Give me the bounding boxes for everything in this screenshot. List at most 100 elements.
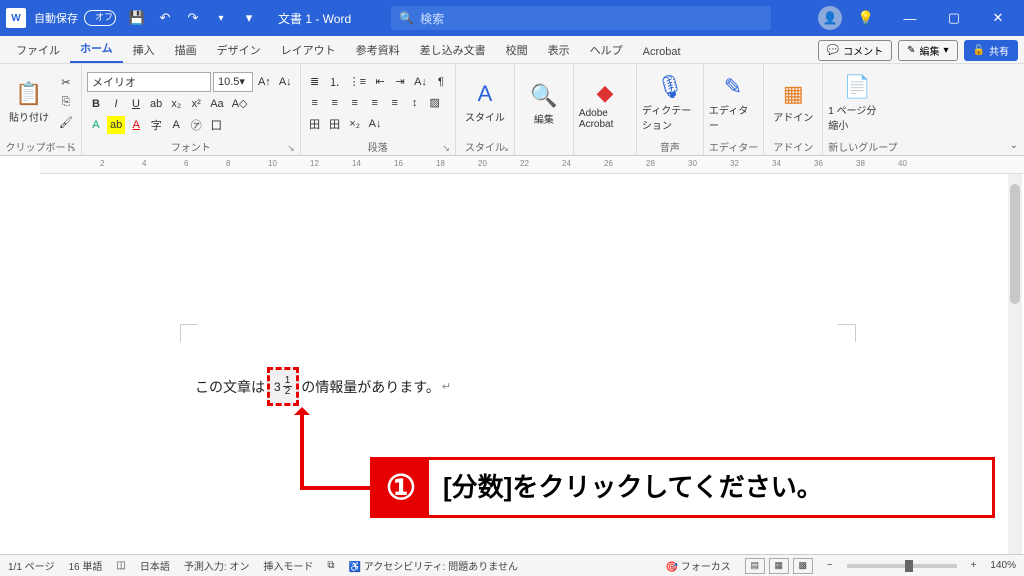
document-area[interactable]: この文章は 3 1 2 の情報量があります。 ↵ ① [分数]をクリックしてくだ…: [0, 174, 1024, 554]
insert-mode-status[interactable]: 挿入モード: [263, 558, 313, 573]
paragraph-ext-button[interactable]: ×₂: [346, 115, 364, 133]
shrink-page-button[interactable]: 📄1 ページ分縮小: [828, 67, 886, 138]
paragraph-launcher-icon[interactable]: ↘: [442, 143, 450, 154]
multilevel-list-button[interactable]: ⋮≡: [346, 73, 369, 91]
zoom-level[interactable]: 140%: [990, 560, 1016, 571]
paragraph-ext2-button[interactable]: A↓: [366, 115, 385, 133]
increase-indent-button[interactable]: ⇥: [391, 73, 409, 91]
subscript-button[interactable]: x₂: [167, 95, 185, 113]
font-size-combo[interactable]: 10.5 ▾: [213, 72, 253, 92]
show-marks-button[interactable]: ¶: [432, 73, 450, 91]
help-lightbulb-icon[interactable]: 💡: [846, 0, 886, 36]
numbering-button[interactable]: ⒈: [326, 73, 344, 91]
acrobat-button[interactable]: ◆Adobe Acrobat: [579, 67, 631, 142]
change-case-button[interactable]: Aa: [207, 95, 226, 113]
format-painter-button[interactable]: 🖌: [56, 114, 76, 132]
print-layout-button[interactable]: ▦: [769, 558, 789, 574]
zoom-in-button[interactable]: +: [971, 560, 977, 571]
document-text[interactable]: この文章は 3 1 2 の情報量があります。 ↵: [195, 367, 451, 406]
font-color-button[interactable]: A: [127, 116, 145, 134]
editing-button[interactable]: 🔍編集: [520, 67, 568, 142]
shrink-font-button[interactable]: A↓: [276, 73, 295, 91]
char-shading-button[interactable]: 字: [147, 116, 165, 134]
horizontal-ruler[interactable]: 246810121416182022242628303234363840: [40, 156, 1024, 174]
tab-acrobat[interactable]: Acrobat: [633, 41, 691, 63]
text-effects-button[interactable]: A: [87, 116, 105, 134]
share-button[interactable]: 🔓 共有: [964, 40, 1018, 61]
font-name-combo[interactable]: メイリオ: [87, 72, 211, 92]
copy-button[interactable]: ⎘: [56, 94, 76, 112]
clear-formatting-button[interactable]: A◇: [229, 95, 251, 113]
cut-button[interactable]: ✂: [56, 74, 76, 92]
minimize-button[interactable]: —: [890, 0, 930, 36]
search-input[interactable]: 🔍 検索: [391, 6, 771, 30]
sort-button[interactable]: A↓: [411, 73, 430, 91]
bold-button[interactable]: B: [87, 95, 105, 113]
justify-button[interactable]: ≡: [366, 94, 384, 112]
borders-button[interactable]: 田: [306, 115, 324, 133]
tab-draw[interactable]: 描画: [165, 37, 207, 63]
tab-home[interactable]: ホーム: [70, 35, 123, 63]
bullets-button[interactable]: ≣: [306, 73, 324, 91]
accessibility-status[interactable]: アクセシビリティ: 問題ありません: [364, 562, 518, 573]
shading-button[interactable]: ▨: [426, 94, 444, 112]
language-status[interactable]: 日本語: [140, 558, 170, 573]
italic-button[interactable]: I: [107, 95, 125, 113]
editor-button[interactable]: ✎エディター: [709, 67, 757, 138]
tab-review[interactable]: 校閲: [496, 37, 538, 63]
styles-launcher-icon[interactable]: ↘: [501, 143, 509, 154]
web-layout-button[interactable]: ▩: [793, 558, 813, 574]
page-count[interactable]: 1/1 ページ: [8, 558, 54, 573]
redo-icon[interactable]: ↷: [180, 5, 206, 31]
dictation-button[interactable]: 🎙ディクテーション: [642, 67, 698, 138]
align-left-button[interactable]: ≡: [306, 94, 324, 112]
clipboard-launcher-icon[interactable]: ↘: [68, 143, 76, 154]
grow-font-button[interactable]: A↑: [255, 73, 274, 91]
autosave-switch-icon[interactable]: [84, 10, 116, 26]
zoom-slider[interactable]: [847, 564, 957, 568]
tab-references[interactable]: 参考資料: [346, 37, 410, 63]
zoom-thumb[interactable]: [905, 560, 913, 572]
avatar[interactable]: 👤: [818, 6, 842, 30]
font-launcher-icon[interactable]: ↘: [287, 143, 295, 154]
align-right-button[interactable]: ≡: [346, 94, 364, 112]
highlight-button[interactable]: ab: [107, 116, 125, 134]
collapse-ribbon-icon[interactable]: ⌄: [1010, 140, 1018, 151]
display-settings-icon[interactable]: ⧉: [327, 560, 334, 571]
enclose-chars-button[interactable]: A: [167, 116, 185, 134]
tab-insert[interactable]: 挿入: [123, 37, 165, 63]
maximize-button[interactable]: ▢: [934, 0, 974, 36]
tab-file[interactable]: ファイル: [6, 37, 70, 63]
underline-button[interactable]: U: [127, 95, 145, 113]
tab-help[interactable]: ヘルプ: [580, 37, 633, 63]
read-mode-button[interactable]: ▤: [745, 558, 765, 574]
close-button[interactable]: ✕: [978, 0, 1018, 36]
decrease-indent-button[interactable]: ⇤: [371, 73, 389, 91]
autosave-toggle[interactable]: 自動保存: [34, 10, 116, 26]
paste-button[interactable]: 📋 貼り付け: [5, 67, 53, 138]
scrollbar-thumb[interactable]: [1010, 184, 1020, 304]
char-border-button[interactable]: 囗: [207, 116, 225, 134]
tab-design[interactable]: デザイン: [207, 37, 271, 63]
focus-mode[interactable]: 🎯 フォーカス: [666, 558, 731, 573]
comments-button[interactable]: 💬 コメント: [818, 40, 892, 61]
save-icon[interactable]: 💾: [124, 5, 150, 31]
customize-qat-icon[interactable]: ▾: [236, 5, 262, 31]
line-spacing-button[interactable]: ↕: [406, 94, 424, 112]
distribute-button[interactable]: ≡: [386, 94, 404, 112]
tab-mailings[interactable]: 差し込み文書: [410, 37, 496, 63]
vertical-scrollbar[interactable]: [1008, 174, 1022, 554]
superscript-button[interactable]: x²: [187, 95, 205, 113]
predictive-input-status[interactable]: 予測入力: オン: [184, 558, 250, 573]
align-center-button[interactable]: ≡: [326, 94, 344, 112]
tab-view[interactable]: 表示: [538, 37, 580, 63]
word-count[interactable]: 16 単語: [68, 558, 102, 573]
qat-more-icon[interactable]: ▾: [208, 5, 234, 31]
strikethrough-button[interactable]: ab: [147, 95, 165, 113]
undo-icon[interactable]: ↶: [152, 5, 178, 31]
addin-button[interactable]: ▦アドイン: [769, 67, 817, 138]
editing-mode-button[interactable]: ✎ 編集 ▾: [898, 40, 957, 61]
tab-layout[interactable]: レイアウト: [271, 37, 346, 63]
lang-status-icon[interactable]: ◫: [116, 560, 125, 571]
phonetic-button[interactable]: ㋐: [187, 116, 205, 134]
